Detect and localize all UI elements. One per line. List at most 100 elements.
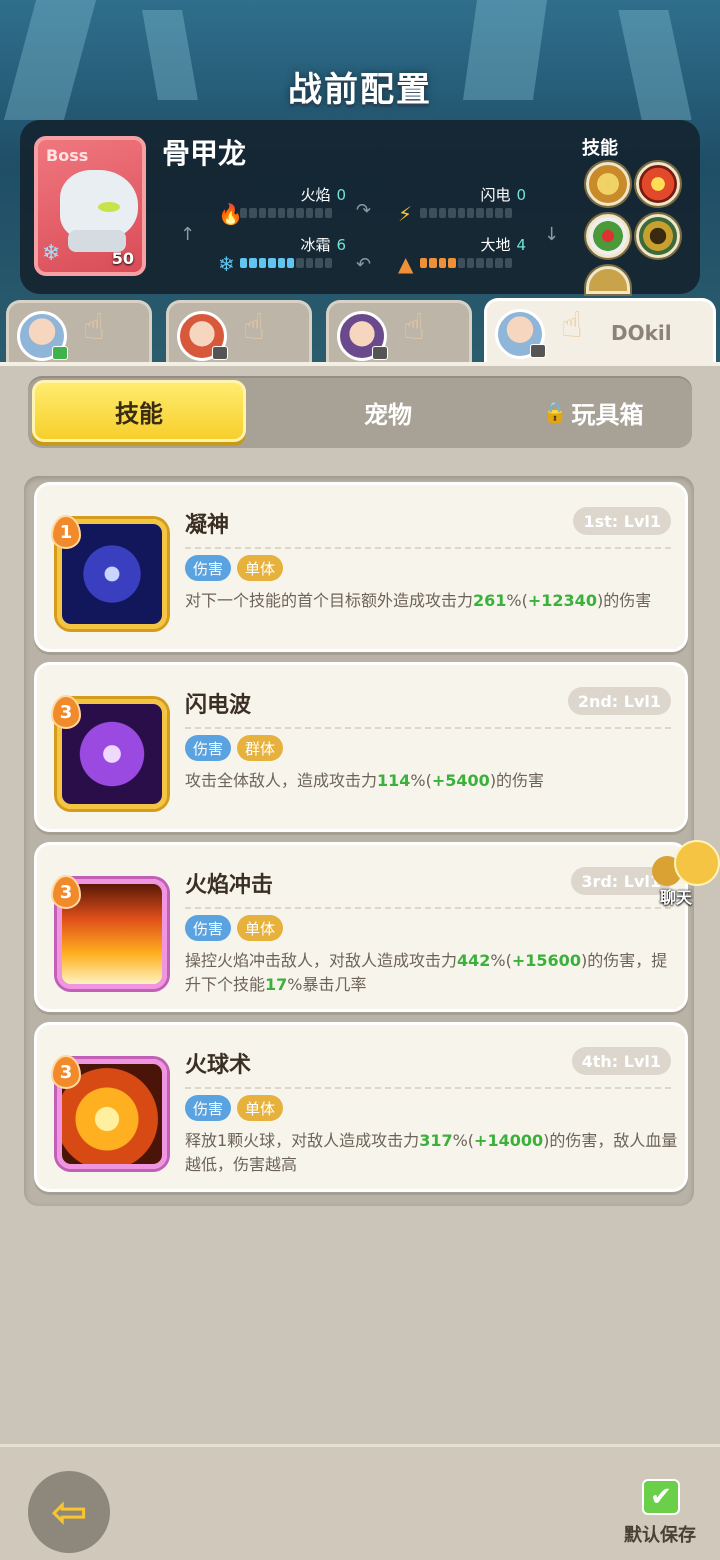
damage-tag: 伤害 bbox=[185, 915, 232, 941]
tap-hand-icon: ☝ bbox=[243, 307, 265, 348]
blue-hair-avatar bbox=[17, 311, 68, 361]
red-hair-avatar bbox=[177, 311, 228, 361]
checkbox-icon: ✔ bbox=[642, 1479, 680, 1515]
chat-status-icon bbox=[52, 346, 68, 360]
chat-button[interactable]: 聊天 bbox=[650, 840, 720, 910]
bar-segment bbox=[476, 208, 484, 218]
device-icon bbox=[530, 344, 546, 358]
bar-segment bbox=[258, 258, 267, 268]
boss-portrait[interactable]: Boss ❄ 50 bbox=[34, 136, 146, 276]
bar-segment bbox=[504, 208, 513, 218]
bar-segment bbox=[324, 258, 333, 268]
default-save-label: 默认保存 bbox=[624, 1525, 696, 1546]
tab-pets[interactable]: 宠物 bbox=[278, 376, 498, 448]
bar-segment bbox=[249, 208, 257, 218]
bar-segment bbox=[240, 258, 248, 268]
bar-segment bbox=[448, 258, 456, 268]
team-tab-3[interactable]: ☝ bbox=[326, 300, 472, 362]
skill-slot-level: 4th: Lvl1 bbox=[571, 1047, 671, 1075]
device-icon bbox=[212, 346, 228, 360]
boss-info-panel: Boss ❄ 50 骨甲龙 🔥 火焰 0 ⚡ 闪电 0 ❄ 冰霜 6 ▲ 大地 4 ↷ … bbox=[20, 120, 700, 294]
skill-description: 操控火焰冲击敌人，对敌人造成攻击力442%(+15600)的伤害，提升下个技能1… bbox=[185, 951, 668, 994]
bar-segment bbox=[438, 258, 447, 268]
divider bbox=[185, 547, 671, 549]
element-earth: ▲ 大地 4 bbox=[398, 234, 540, 278]
tap-hand-icon: ☝ bbox=[83, 307, 105, 348]
blue-hair-avatar bbox=[495, 309, 546, 359]
earth-icon: ▲ bbox=[398, 252, 414, 276]
bar-segment bbox=[268, 208, 276, 218]
category-segmented-control: 技能 宠物 🔒 玩具箱 bbox=[28, 376, 692, 448]
bar-segment bbox=[296, 258, 304, 268]
bar-segment bbox=[476, 258, 484, 268]
element-bar bbox=[240, 208, 333, 218]
fire-swirl-skill-icon[interactable] bbox=[636, 162, 680, 206]
target-tag: 单体 bbox=[237, 555, 284, 581]
bar-segment bbox=[438, 208, 447, 218]
bar-segment bbox=[258, 208, 267, 218]
rank-badge: 3 bbox=[51, 695, 81, 729]
purple-hair-avatar bbox=[337, 311, 388, 361]
team-tab-4[interactable]: ☝ DOkil bbox=[484, 298, 716, 364]
rank-badge: 3 bbox=[51, 875, 81, 909]
cycle-arrow-icon: ↷ bbox=[356, 200, 372, 221]
dragon-eye bbox=[98, 202, 120, 212]
tab-skills[interactable]: 技能 bbox=[32, 380, 246, 442]
divider bbox=[185, 907, 671, 909]
team-tab-1[interactable]: ☝ bbox=[6, 300, 152, 362]
bar-segment bbox=[485, 258, 494, 268]
bar-segment bbox=[305, 208, 314, 218]
bar-segment bbox=[277, 208, 286, 218]
bar-segment bbox=[324, 208, 333, 218]
target-tag: 单体 bbox=[237, 1095, 284, 1121]
skill-description: 对下一个技能的首个目标额外造成攻击力261%(+12340)的伤害 bbox=[185, 591, 652, 610]
element-value: 0 bbox=[336, 186, 346, 204]
bar-segment bbox=[504, 258, 513, 268]
rank-badge: 3 bbox=[51, 1055, 81, 1089]
cycle-arrow-icon: ↑ bbox=[180, 224, 196, 245]
element-label: 冰霜 bbox=[300, 236, 331, 254]
bar-segment bbox=[420, 208, 428, 218]
skill-list: 1 凝神 1st: Lvl1 伤害 单体 对下一个技能的首个目标额外造成攻击力2… bbox=[24, 476, 694, 1206]
rank-badge: 1 bbox=[51, 515, 81, 549]
back-button[interactable]: ⇦ bbox=[28, 1471, 110, 1553]
cycle-arrow-icon: ↶ bbox=[356, 254, 372, 275]
skill-name: 凝神 bbox=[185, 513, 230, 538]
target-tag: 群体 bbox=[237, 735, 284, 761]
skill-name: 火球术 bbox=[185, 1053, 252, 1078]
rose-skill-icon[interactable] bbox=[586, 214, 630, 258]
skill-card[interactable]: 3 闪电波 2nd: Lvl1 伤害 群体 攻击全体敌人，造成攻击力114%(+… bbox=[34, 662, 688, 832]
bar-segment bbox=[240, 208, 248, 218]
bar-segment bbox=[287, 258, 295, 268]
boss-name: 骨甲龙 bbox=[162, 137, 247, 170]
tab-toybox[interactable]: 🔒 玩具箱 bbox=[498, 376, 688, 448]
element-value: 4 bbox=[516, 236, 526, 254]
element-lightning: ⚡ 闪电 0 bbox=[398, 184, 540, 228]
skill-card[interactable]: 3 火球术 4th: Lvl1 伤害 单体 释放1颗火球，对敌人造成攻击力317… bbox=[34, 1022, 688, 1192]
bar-segment bbox=[485, 208, 494, 218]
element-bar bbox=[240, 258, 333, 268]
element-bar bbox=[420, 208, 513, 218]
boss-tag: Boss bbox=[46, 146, 89, 165]
element-value: 6 bbox=[336, 236, 346, 254]
bar-segment bbox=[495, 208, 503, 218]
bar-segment bbox=[467, 258, 475, 268]
element-fire: 🔥 火焰 0 bbox=[218, 184, 360, 228]
back-arrow-icon: ⇦ bbox=[50, 1486, 88, 1538]
skill-card[interactable]: 3 火焰冲击 3rd: Lvl1 伤害 单体 操控火焰冲击敌人，对敌人造成攻击力… bbox=[34, 842, 688, 1012]
bar-segment bbox=[467, 208, 475, 218]
page-title: 战前配置 bbox=[288, 70, 432, 110]
bar-segment bbox=[495, 258, 503, 268]
bar-segment bbox=[277, 258, 286, 268]
team-tab-2[interactable]: ☝ bbox=[166, 300, 312, 362]
default-save-button[interactable]: ✔ 默认保存 bbox=[618, 1479, 708, 1549]
snowflake-icon: ❄ bbox=[42, 241, 61, 266]
skill-slot-level: 1st: Lvl1 bbox=[573, 507, 671, 535]
skill-card[interactable]: 1 凝神 1st: Lvl1 伤害 单体 对下一个技能的首个目标额外造成攻击力2… bbox=[34, 482, 688, 652]
lion-skill-icon[interactable] bbox=[586, 162, 630, 206]
cloak-skill-icon[interactable] bbox=[636, 214, 680, 258]
element-bar bbox=[420, 258, 513, 268]
shield-skill-icon[interactable] bbox=[586, 266, 630, 294]
lightning-icon: ⚡ bbox=[398, 202, 413, 226]
snowflake-icon: ❄ bbox=[218, 252, 235, 276]
